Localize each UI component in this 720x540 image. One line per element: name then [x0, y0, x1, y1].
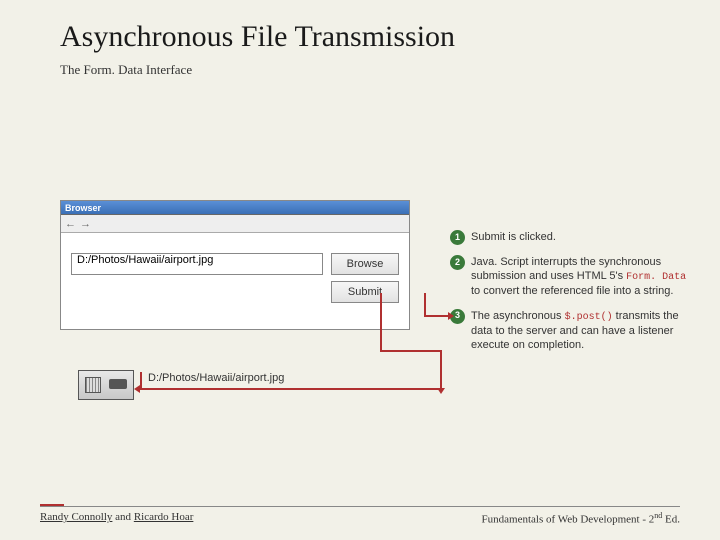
form-area: D:/Photos/Hawaii/airport.jpg Browse Subm…: [61, 233, 409, 313]
browser-toolbar: ← →: [61, 215, 409, 233]
slide-title: Asynchronous File Transmission: [60, 20, 660, 54]
browser-titlebar: Browser: [61, 201, 409, 215]
book-pre: Fundamentals of Web Development - 2: [482, 514, 655, 526]
footer-authors: Randy Connolly and Ricardo Hoar: [40, 511, 193, 526]
arrow-3-seg: [140, 388, 442, 390]
browser-window: Browser ← → D:/Photos/Hawaii/airport.jpg…: [60, 200, 410, 330]
footer-rule: [40, 506, 680, 507]
annotation-3: 3 The asynchronous $.post() transmits th…: [450, 309, 690, 353]
annotation-list: 1 Submit is clicked. 2 Java. Script inte…: [450, 230, 690, 362]
file-path-input[interactable]: D:/Photos/Hawaii/airport.jpg: [71, 253, 323, 275]
diagram: Browser ← → D:/Photos/Hawaii/airport.jpg…: [60, 200, 690, 480]
annotation-3-text: The asynchronous $.post() transmits the …: [471, 309, 690, 353]
annotation-3-pre: The asynchronous: [471, 310, 565, 322]
arrow-3-seg: [380, 293, 382, 350]
arrow-3-seg: [440, 350, 442, 390]
arrow-3-head: [437, 388, 445, 394]
server-caption: D:/Photos/Hawaii/airport.jpg: [148, 372, 284, 384]
browser-title-label: Browser: [65, 203, 101, 213]
arrow-3-seg: [140, 372, 142, 390]
annotation-2-code: Form. Data: [626, 272, 686, 283]
footer: Randy Connolly and Ricardo Hoar Fundamen…: [40, 506, 680, 526]
slide: Asynchronous File Transmission The Form.…: [0, 0, 720, 540]
footer-book: Fundamentals of Web Development - 2nd Ed…: [482, 511, 680, 526]
nav-forward-icon[interactable]: →: [80, 218, 91, 230]
slide-subtitle: The Form. Data Interface: [60, 62, 660, 78]
arrow-2-seg: [424, 315, 450, 317]
annotation-3-code: $.post(): [565, 312, 613, 323]
annotation-2: 2 Java. Script interrupts the synchronou…: [450, 255, 690, 299]
author-1: Randy Connolly: [40, 511, 112, 523]
server-icon: [78, 370, 138, 410]
file-row: D:/Photos/Hawaii/airport.jpg Browse: [71, 253, 399, 275]
arrow-2-seg: [424, 293, 426, 317]
book-post: Ed.: [662, 514, 680, 526]
step-badge-2: 2: [450, 255, 465, 270]
annotation-1-text: Submit is clicked.: [471, 230, 556, 245]
arrow-2-head: [448, 312, 454, 320]
annotation-2-text: Java. Script interrupts the synchronous …: [471, 255, 690, 299]
submit-button[interactable]: Submit: [331, 281, 399, 303]
arrow-3-seg: [380, 350, 442, 352]
submit-row: Submit: [71, 281, 399, 303]
browse-button[interactable]: Browse: [331, 253, 399, 275]
annotation-2-post: to convert the referenced file into a st…: [471, 285, 673, 297]
nav-back-icon[interactable]: ←: [65, 218, 76, 230]
author-join: and: [112, 511, 133, 523]
footer-row: Randy Connolly and Ricardo Hoar Fundamen…: [40, 511, 680, 526]
annotation-1: 1 Submit is clicked.: [450, 230, 690, 245]
author-2: Ricardo Hoar: [134, 511, 194, 523]
step-badge-1: 1: [450, 230, 465, 245]
